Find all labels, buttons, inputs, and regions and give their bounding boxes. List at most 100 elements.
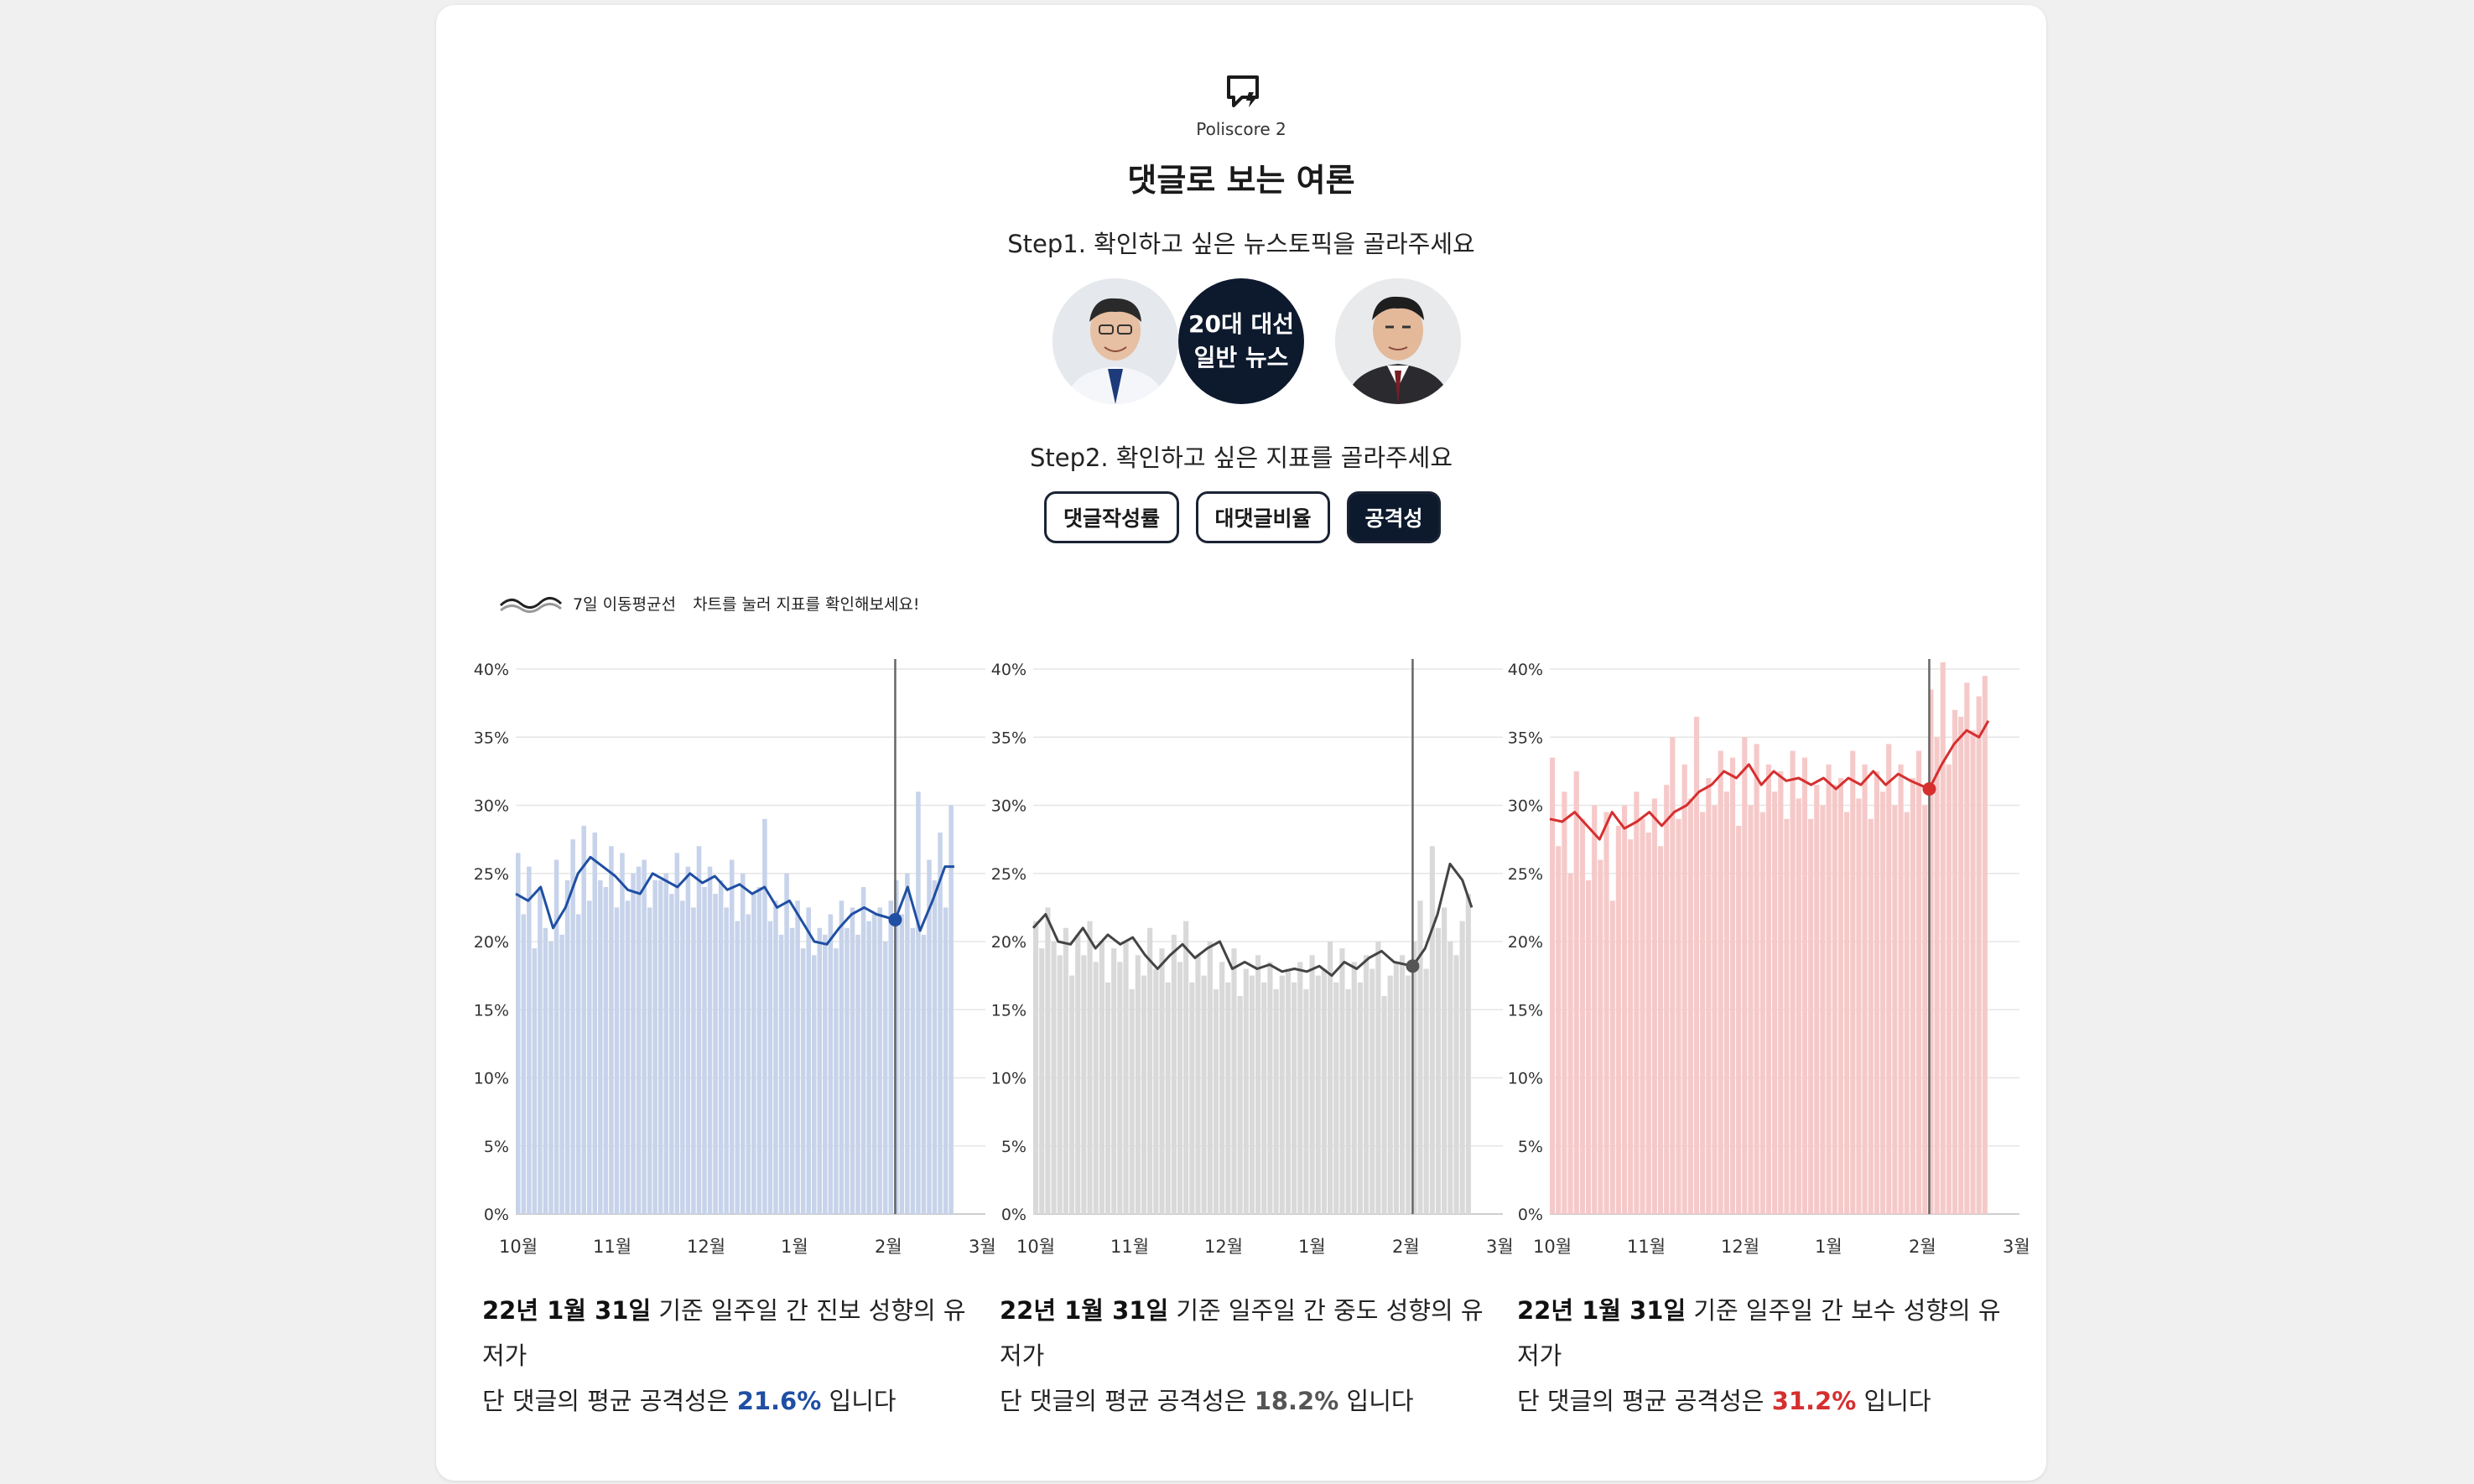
candidate-right-photo	[1335, 278, 1461, 404]
daily-bar	[1585, 880, 1592, 1214]
metric-comment-rate-button[interactable]: 댓글작성률	[1044, 491, 1179, 543]
daily-bar	[800, 948, 806, 1214]
daily-bar	[1117, 962, 1123, 1214]
moving-average-legend-icon	[499, 597, 563, 613]
x-tick-label: 2월	[1392, 1237, 1420, 1257]
daily-bar	[548, 942, 554, 1214]
daily-bar	[871, 914, 877, 1214]
daily-bar	[1315, 975, 1321, 1214]
daily-bar	[1141, 975, 1147, 1214]
daily-bar	[1676, 818, 1681, 1214]
summary-moderate: 22년 1월 31일 기준 일주일 간 중도 성향의 유저가 단 댓글의 평균 …	[1000, 1288, 1503, 1424]
daily-bar	[1219, 962, 1225, 1214]
daily-bar	[882, 942, 888, 1214]
legend-text: 7일 이동평균선 차트를 눌러 지표를 확인해보세요!	[573, 592, 920, 615]
daily-bar	[756, 887, 762, 1214]
daily-bar	[1309, 955, 1315, 1214]
daily-bar	[1550, 757, 1556, 1214]
daily-bar	[860, 887, 866, 1214]
daily-bar	[1099, 942, 1104, 1214]
daily-bar	[718, 880, 724, 1214]
daily-bar	[1712, 805, 1718, 1214]
summary-value: 18.2%	[1254, 1387, 1339, 1415]
daily-bar	[1801, 757, 1808, 1214]
x-tick-label: 10월	[499, 1237, 538, 1257]
daily-bar	[1033, 921, 1039, 1214]
topic-general-line2: 일반 뉴스	[1193, 344, 1289, 371]
daily-bar	[839, 900, 845, 1214]
daily-bar	[899, 914, 905, 1214]
topic-candidate-left-photo[interactable]	[1052, 278, 1178, 404]
daily-bar	[773, 900, 778, 1214]
daily-bar	[1796, 798, 1801, 1214]
daily-bar	[1255, 955, 1261, 1214]
value-marker-dot	[888, 913, 902, 926]
y-tick-label: 40%	[474, 661, 509, 679]
daily-bar	[1081, 955, 1087, 1214]
chat-bubble-icon	[1227, 75, 1259, 107]
daily-bar	[877, 907, 882, 1214]
summary-tail: 입니다	[1856, 1387, 1931, 1415]
daily-bar	[1111, 948, 1117, 1214]
charts-area[interactable]: 0% 5% 10% 15% 20% 25% 30% 35% 40% 10월 11월 12월 1월 2월 3월…	[436, 642, 2046, 1279]
daily-bar	[1417, 900, 1423, 1214]
daily-bar	[1592, 805, 1598, 1214]
daily-bar	[680, 900, 685, 1214]
y-tick-label: 15%	[991, 1001, 1027, 1020]
topic-candidate-right-photo[interactable]	[1335, 278, 1461, 404]
daily-bar	[1651, 798, 1657, 1214]
daily-bar	[1351, 962, 1357, 1214]
daily-bar	[1075, 934, 1081, 1214]
y-tick-label: 25%	[1508, 865, 1543, 884]
daily-bar	[669, 894, 674, 1214]
daily-bar	[1363, 955, 1370, 1214]
daily-bar	[789, 927, 795, 1214]
daily-bar	[806, 907, 811, 1214]
daily-bar	[1976, 696, 1982, 1214]
x-tick-label: 12월	[1204, 1237, 1243, 1257]
daily-bar	[575, 914, 581, 1214]
daily-bar	[1237, 996, 1243, 1214]
daily-bar	[1447, 942, 1453, 1214]
y-tick-label: 5%	[484, 1138, 509, 1156]
summary-date: 22년 1월 31일	[1517, 1296, 1687, 1325]
daily-bar	[921, 934, 927, 1214]
daily-bar	[1874, 771, 1879, 1214]
daily-bar	[1063, 927, 1068, 1214]
daily-bar	[845, 927, 850, 1214]
summary-date: 22년 1월 31일	[1000, 1296, 1169, 1325]
daily-bar	[746, 914, 751, 1214]
daily-bar	[1862, 764, 1868, 1214]
daily-bar	[1934, 737, 1940, 1214]
daily-bar	[592, 833, 598, 1214]
summary-progressive: 22년 1월 31일 기준 일주일 간 진보 성향의 유저가 단 댓글의 평균 …	[482, 1288, 985, 1424]
daily-bar	[1850, 750, 1856, 1214]
daily-bar	[636, 866, 642, 1214]
y-tick-label: 10%	[991, 1070, 1027, 1088]
daily-bar	[866, 921, 871, 1214]
daily-bar	[724, 907, 729, 1214]
metric-aggression-button[interactable]: 공격성	[1347, 491, 1441, 543]
topic-general-news[interactable]: 20대 대선 일반 뉴스	[1178, 278, 1304, 404]
metric-reply-ratio-button[interactable]: 대댓글비율	[1196, 491, 1330, 543]
daily-bar	[1868, 818, 1874, 1214]
daily-bar	[1634, 791, 1640, 1214]
y-tick-label: 20%	[1508, 933, 1543, 952]
daily-bar	[625, 900, 631, 1214]
daily-bar	[1843, 812, 1850, 1214]
daily-bar	[1562, 791, 1567, 1214]
daily-bar	[1832, 785, 1837, 1214]
daily-bar	[1952, 709, 1958, 1214]
daily-bar	[795, 900, 800, 1214]
chart-진보[interactable]: 0% 5% 10% 15% 20% 25% 30% 35% 40% 10월 11월 12월 1월 2월 3월	[474, 659, 996, 1257]
summary-text2: 단 댓글의 평균 공격성은	[1517, 1387, 1772, 1415]
daily-bar	[543, 927, 548, 1214]
daily-bar	[1327, 942, 1333, 1214]
chart-중도[interactable]: 0% 5% 10% 15% 20% 25% 30% 35% 40% 10월 11월 12월 1월 2월 3월	[991, 659, 1514, 1257]
daily-bar	[1603, 812, 1609, 1214]
chart-보수[interactable]: 0% 5% 10% 15% 20% 25% 30% 35% 40% 10월 11월 12월 1월 2월 3월	[1508, 659, 2030, 1257]
daily-bar	[1195, 955, 1201, 1214]
daily-bar	[850, 907, 855, 1214]
daily-bar	[1147, 927, 1153, 1214]
x-tick-label: 1월	[781, 1237, 808, 1257]
